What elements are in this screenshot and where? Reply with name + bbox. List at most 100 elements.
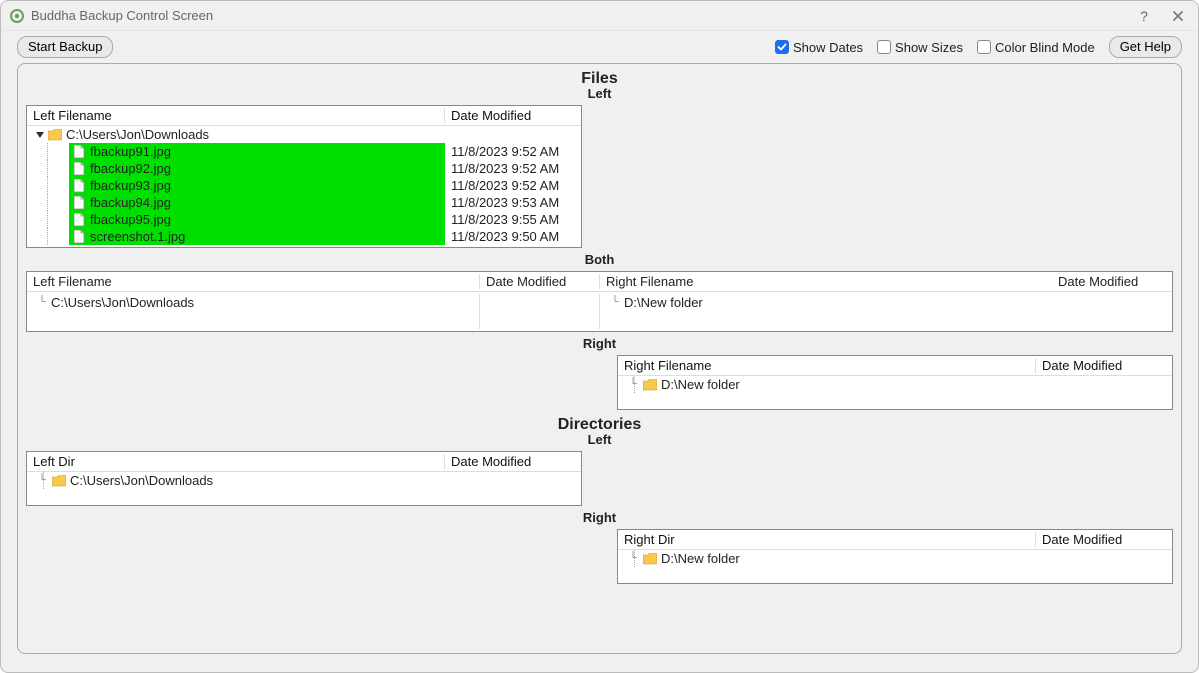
content-frame: Files Left Left Filename Date Modified C… xyxy=(17,63,1182,654)
help-window-button[interactable]: ? xyxy=(1132,6,1156,26)
section-files-left-title: Left xyxy=(26,86,1173,101)
header-right-filename[interactable]: Right Filename xyxy=(600,274,1052,289)
panel-header: Right Dir Date Modified xyxy=(618,530,1172,550)
panel-body: └ C:\Users\Jon\Downloads xyxy=(27,472,581,505)
file-icon xyxy=(71,213,87,227)
tree-root[interactable]: └ C:\Users\Jon\Downloads xyxy=(27,472,581,489)
tree-root-label: D:\New folder xyxy=(661,550,1036,567)
section-dirs-left-title: Left xyxy=(26,432,1173,447)
titlebar: Buddha Backup Control Screen ? xyxy=(1,1,1198,31)
file-icon xyxy=(71,162,87,176)
file-date: 11/8/2023 9:52 AM xyxy=(445,177,575,194)
tree-root[interactable]: └ C:\Users\Jon\Downloads xyxy=(33,294,479,311)
checkbox-label: Show Sizes xyxy=(895,40,963,55)
header-left-dir[interactable]: Left Dir xyxy=(33,454,445,469)
panel-body: C:\Users\Jon\Downloads fbackup91.jpg11/8… xyxy=(27,126,581,247)
file-name: fbackup93.jpg xyxy=(90,177,445,194)
file-row[interactable]: fbackup93.jpg11/8/2023 9:52 AM xyxy=(27,177,581,194)
checkbox-label: Show Dates xyxy=(793,40,863,55)
panel-header: Left Filename Date Modified xyxy=(27,106,581,126)
file-icon xyxy=(71,145,87,159)
folder-icon xyxy=(51,475,67,487)
file-name: fbackup95.jpg xyxy=(90,211,445,228)
show-sizes-checkbox[interactable]: Show Sizes xyxy=(877,40,963,55)
toolbar: Start Backup Show Dates Show Sizes Color… xyxy=(1,31,1198,63)
header-right-filename[interactable]: Right Filename xyxy=(624,358,1036,373)
checkbox-box xyxy=(775,40,789,54)
tree-branch-icon: └ xyxy=(606,294,624,311)
file-name: fbackup92.jpg xyxy=(90,160,445,177)
tree-branch-icon: └ xyxy=(624,376,642,393)
tree-root[interactable]: └ D:\New folder xyxy=(618,550,1172,567)
color-blind-mode-checkbox[interactable]: Color Blind Mode xyxy=(977,40,1095,55)
section-files-both-title: Both xyxy=(26,252,1173,267)
folder-icon xyxy=(642,379,658,391)
file-name: fbackup94.jpg xyxy=(90,194,445,211)
panel-body: └ C:\Users\Jon\Downloads └ D:\New folder xyxy=(27,292,1172,331)
files-both-panel: Left Filename Date Modified Right Filena… xyxy=(26,271,1173,332)
section-dirs-right-title: Right xyxy=(26,510,1173,525)
dirs-left-panel: Left Dir Date Modified └ C:\Users\Jon\Do… xyxy=(26,451,582,506)
file-date: 11/8/2023 9:50 AM xyxy=(445,228,575,245)
header-date-modified[interactable]: Date Modified xyxy=(480,274,600,289)
tree-root-label: D:\New folder xyxy=(661,376,1036,393)
file-name-cell: fbackup92.jpg xyxy=(69,160,445,177)
tree-branch-icon: └ xyxy=(33,472,51,489)
folder-icon xyxy=(47,129,63,141)
file-date: 11/8/2023 9:52 AM xyxy=(445,160,575,177)
tree-root-label: C:\Users\Jon\Downloads xyxy=(70,472,445,489)
tree-root-label: D:\New folder xyxy=(624,294,1052,311)
show-dates-checkbox[interactable]: Show Dates xyxy=(775,40,863,55)
file-row[interactable]: fbackup94.jpg11/8/2023 9:53 AM xyxy=(27,194,581,211)
file-date: 11/8/2023 9:53 AM xyxy=(445,194,575,211)
file-row[interactable]: fbackup95.jpg11/8/2023 9:55 AM xyxy=(27,211,581,228)
header-left-filename[interactable]: Left Filename xyxy=(27,274,480,289)
window-title: Buddha Backup Control Screen xyxy=(31,8,213,23)
header-date-modified[interactable]: Date Modified xyxy=(445,108,575,123)
file-date: 11/8/2023 9:52 AM xyxy=(445,143,575,160)
file-name: fbackup91.jpg xyxy=(90,143,445,160)
file-icon xyxy=(71,230,87,244)
app-icon xyxy=(9,8,25,24)
tree-branch-icon: └ xyxy=(33,294,51,311)
file-name-cell: fbackup91.jpg xyxy=(69,143,445,160)
header-date-modified[interactable]: Date Modified xyxy=(1036,358,1166,373)
checkbox-box xyxy=(977,40,991,54)
section-files-right-title: Right xyxy=(26,336,1173,351)
files-right-panel: Right Filename Date Modified └ D:\New fo… xyxy=(617,355,1173,410)
tree-root-label: C:\Users\Jon\Downloads xyxy=(51,294,479,311)
file-icon xyxy=(71,196,87,210)
file-row[interactable]: fbackup92.jpg11/8/2023 9:52 AM xyxy=(27,160,581,177)
panel-header: Left Dir Date Modified xyxy=(27,452,581,472)
dirs-right-panel: Right Dir Date Modified └ D:\New folder xyxy=(617,529,1173,584)
panel-header: Right Filename Date Modified xyxy=(618,356,1172,376)
expand-toggle-icon[interactable] xyxy=(33,130,47,140)
panel-header: Left Filename Date Modified Right Filena… xyxy=(27,272,1172,292)
panel-body: └ D:\New folder xyxy=(618,376,1172,409)
file-name-cell: fbackup94.jpg xyxy=(69,194,445,211)
checkbox-box xyxy=(877,40,891,54)
tree-root[interactable]: └ D:\New folder xyxy=(618,376,1172,393)
panel-body: └ D:\New folder xyxy=(618,550,1172,583)
tree-root[interactable]: └ D:\New folder xyxy=(606,294,1052,311)
checkbox-label: Color Blind Mode xyxy=(995,40,1095,55)
get-help-button[interactable]: Get Help xyxy=(1109,36,1182,58)
file-name-cell: fbackup95.jpg xyxy=(69,211,445,228)
tree-branch-icon: └ xyxy=(624,550,642,567)
header-date-modified[interactable]: Date Modified xyxy=(1036,532,1166,547)
header-date-modified[interactable]: Date Modified xyxy=(1052,274,1172,289)
tree-root[interactable]: C:\Users\Jon\Downloads xyxy=(27,126,581,143)
start-backup-button[interactable]: Start Backup xyxy=(17,36,113,58)
header-date-modified[interactable]: Date Modified xyxy=(445,454,575,469)
header-left-filename[interactable]: Left Filename xyxy=(33,108,445,123)
file-date: 11/8/2023 9:55 AM xyxy=(445,211,575,228)
tree-root-label: C:\Users\Jon\Downloads xyxy=(66,126,445,143)
folder-icon xyxy=(642,553,658,565)
file-row[interactable]: screenshot.1.jpg11/8/2023 9:50 AM xyxy=(27,228,581,245)
file-row[interactable]: fbackup91.jpg11/8/2023 9:52 AM xyxy=(27,143,581,160)
close-window-button[interactable] xyxy=(1166,6,1190,26)
files-left-panel: Left Filename Date Modified C:\Users\Jon… xyxy=(26,105,582,248)
app-window: Buddha Backup Control Screen ? Start Bac… xyxy=(0,0,1199,673)
file-name: screenshot.1.jpg xyxy=(90,228,445,245)
header-right-dir[interactable]: Right Dir xyxy=(624,532,1036,547)
